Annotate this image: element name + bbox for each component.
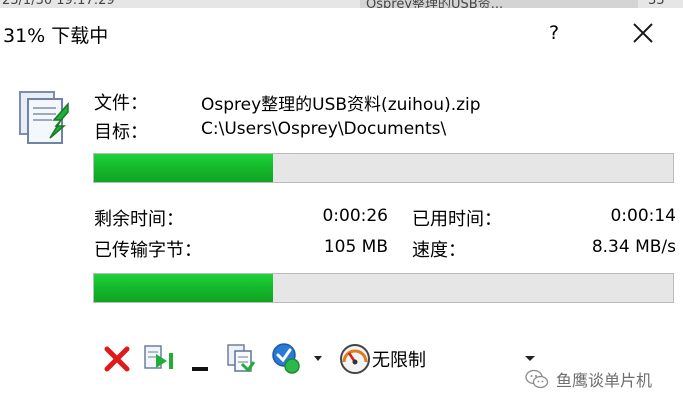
elapsed-time-value: 0:00:14 xyxy=(610,206,676,226)
title-bar: 31% 下载中 ? xyxy=(0,8,683,58)
overall-progress-fill xyxy=(94,274,274,302)
file-name-value: Osprey整理的USB资料(zuihou).zip xyxy=(201,95,481,115)
minimize-button[interactable] xyxy=(188,342,212,374)
toolbar: 无限制 xyxy=(96,338,556,378)
pause-resume-icon xyxy=(144,345,173,369)
download-dialog: 31% 下载中 ? 文件： Osprey整理的USB资料(zuihou).zip… xyxy=(0,8,683,403)
copy-button[interactable] xyxy=(224,342,258,374)
overall-progress-bar xyxy=(93,273,674,303)
help-button[interactable]: ? xyxy=(542,18,566,48)
cancel-button[interactable] xyxy=(102,342,132,374)
elapsed-time-label: 已用时间： xyxy=(412,209,502,230)
background-strip: 23/1/30 19:17:29 Osprey整理的USB资... 33 xyxy=(0,0,683,8)
background-fragment: 33 xyxy=(648,0,665,8)
speed-limit-button[interactable] xyxy=(338,342,372,374)
copy-icon xyxy=(227,344,256,373)
wechat-logo-icon xyxy=(525,369,549,389)
options-dropdown-button[interactable] xyxy=(268,342,328,374)
cancel-icon xyxy=(104,346,130,372)
file-download-icon xyxy=(16,88,72,150)
target-label: 目标： xyxy=(94,122,148,143)
download-progress-fill xyxy=(94,154,274,182)
close-icon xyxy=(633,23,653,43)
watermark: 鱼鹰谈单片机 xyxy=(524,365,652,393)
remaining-time-label: 剩余时间： xyxy=(94,209,184,230)
options-icon xyxy=(272,343,322,374)
file-label: 文件： xyxy=(94,93,148,114)
background-tab: Osprey整理的USB资... xyxy=(360,0,638,8)
download-progress-bar xyxy=(93,153,674,183)
target-path-value: C:\Users\Osprey\Documents\ xyxy=(201,119,447,139)
background-timestamp: 23/1/30 19:17:29 xyxy=(2,0,115,8)
speed-value: 8.34 MB/s xyxy=(591,237,676,257)
window-title: 31% 下载中 xyxy=(3,25,109,47)
pause-resume-button[interactable] xyxy=(142,342,176,374)
speed-gauge-icon xyxy=(340,344,370,374)
speed-label: 速度： xyxy=(412,240,466,261)
transferred-bytes-label: 已传输字节： xyxy=(94,240,202,261)
close-button[interactable] xyxy=(626,16,660,50)
watermark-text: 鱼鹰谈单片机 xyxy=(556,371,653,390)
remaining-time-value: 0:00:26 xyxy=(322,206,388,226)
speed-limit-label[interactable]: 无限制 xyxy=(372,346,426,372)
transferred-bytes-value: 105 MB xyxy=(323,237,388,257)
minimize-icon xyxy=(192,367,208,371)
